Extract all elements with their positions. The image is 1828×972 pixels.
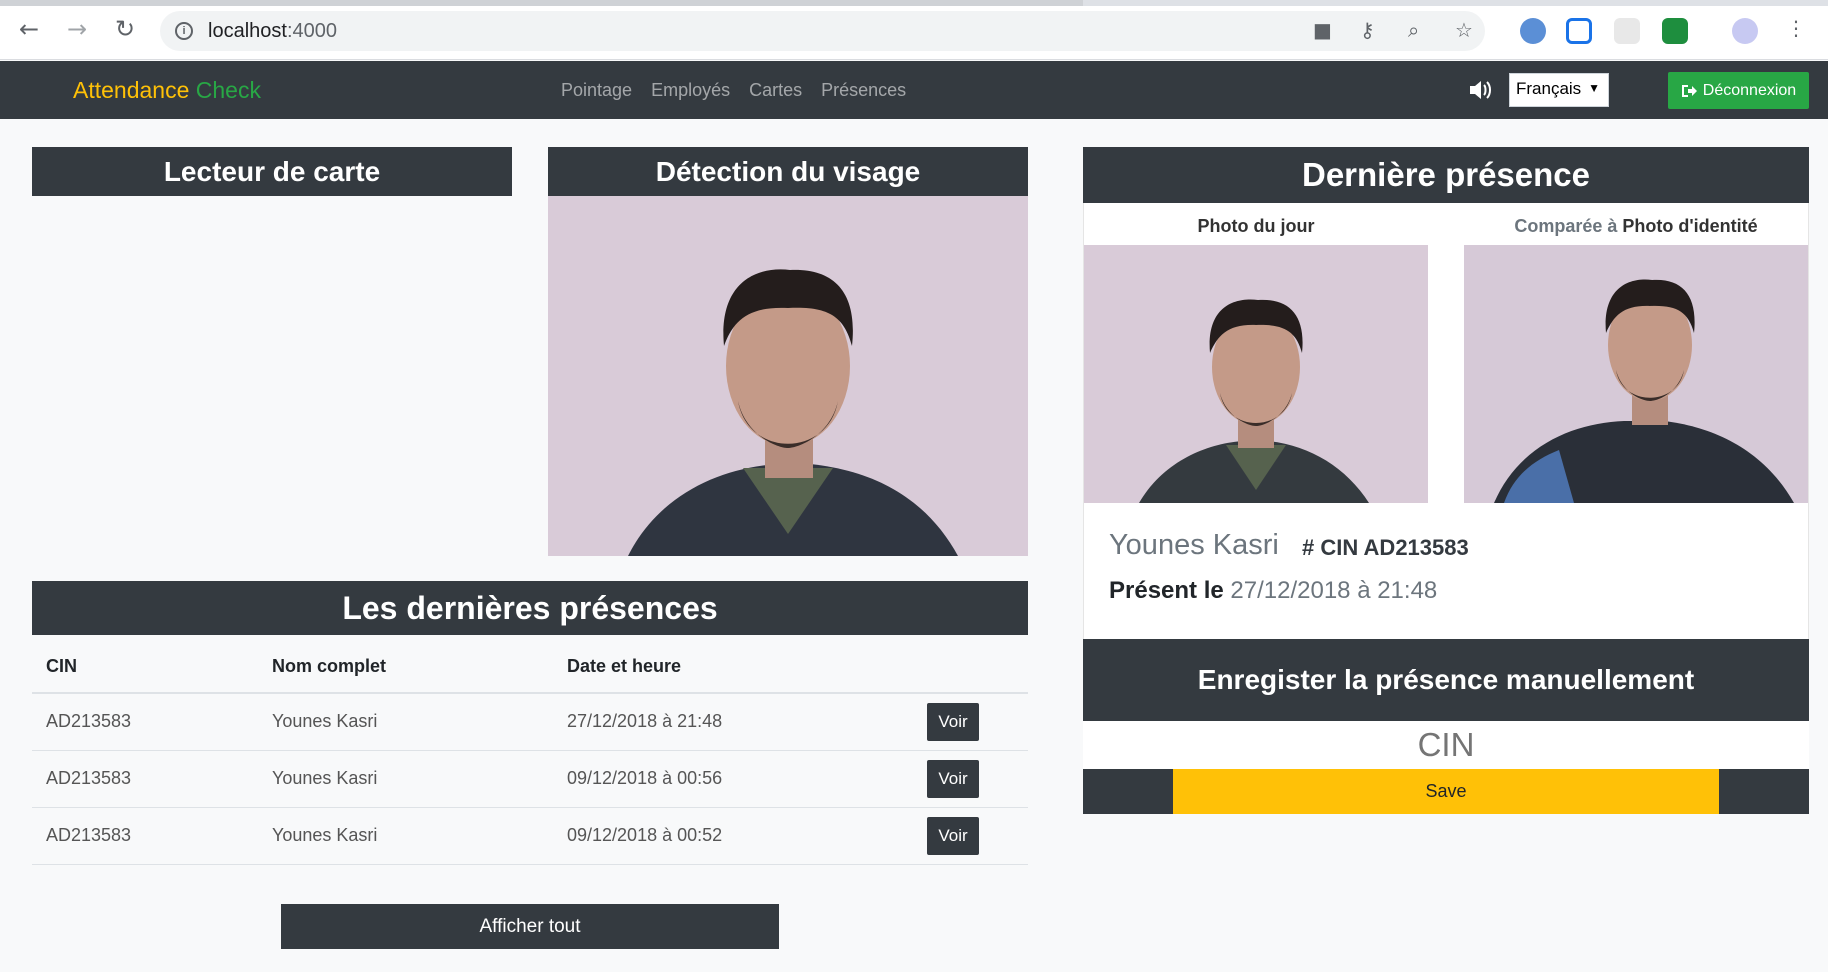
nav-link-pointage[interactable]: Pointage xyxy=(561,80,632,101)
cell-cin: AD213583 xyxy=(32,693,258,751)
photo-today-label: Photo du jour xyxy=(1197,216,1315,236)
cell-cin: AD213583 xyxy=(32,807,258,865)
forward-icon[interactable]: → xyxy=(62,14,92,44)
present-value: 27/12/2018 à 21:48 xyxy=(1230,577,1438,604)
photo-today xyxy=(1084,245,1428,503)
webcam-feed xyxy=(548,196,1028,556)
view-button[interactable]: Voir xyxy=(927,759,979,798)
table-header-row: CIN Nom complet Date et heure xyxy=(32,640,1028,694)
reload-icon[interactable]: ↻ xyxy=(110,14,140,44)
sign-out-icon xyxy=(1681,84,1697,97)
save-bar: Save xyxy=(1083,769,1809,814)
compared-prefix: Comparée à xyxy=(1514,216,1618,236)
recent-presences-table: CIN Nom complet Date et heure AD213583 Y… xyxy=(32,640,1028,865)
cell-datetime: 09/12/2018 à 00:52 xyxy=(553,807,913,865)
speaker-icon[interactable] xyxy=(1468,79,1494,101)
logout-label: Déconnexion xyxy=(1702,81,1797,99)
last-presence-title: Dernière présence xyxy=(1083,147,1809,203)
id-photo-text: Photo d'identité xyxy=(1622,216,1758,236)
nav-links: Pointage Employés Cartes Présences xyxy=(561,80,906,101)
url-host: localhost xyxy=(208,20,287,42)
browser-toolbar: ← → ↻ i localhost:4000 ■ ⚷ ⌕ ☆ ⋮ xyxy=(0,0,1828,60)
recent-presences-title: Les dernières présences xyxy=(32,581,1028,635)
nav-link-employes[interactable]: Employés xyxy=(651,80,730,101)
extension-1-icon[interactable] xyxy=(1520,18,1546,44)
chevron-down-icon: ▼ xyxy=(1588,81,1600,95)
tab-strip xyxy=(0,0,1828,6)
view-button[interactable]: Voir xyxy=(927,816,979,855)
camera-icon[interactable]: ■ xyxy=(1313,18,1332,42)
nav-link-cartes[interactable]: Cartes xyxy=(749,80,802,101)
person-cin: # CIN AD213583 xyxy=(1302,535,1469,561)
url-port: :4000 xyxy=(286,20,337,42)
person-name: Younes Kasri xyxy=(1109,529,1279,561)
profile-avatar-icon[interactable] xyxy=(1732,18,1758,44)
star-icon[interactable]: ☆ xyxy=(1455,18,1473,42)
brand-part-2: Check xyxy=(195,77,261,103)
cin-prefix: # CIN xyxy=(1302,535,1359,560)
brand-part-1: Attendance xyxy=(73,77,190,103)
extension-4-icon[interactable] xyxy=(1662,18,1688,44)
face-detection-title: Détection du visage xyxy=(548,147,1028,196)
key-icon[interactable]: ⚷ xyxy=(1360,18,1375,42)
cell-name: Younes Kasri xyxy=(258,807,553,865)
cin-input[interactable] xyxy=(1083,721,1809,769)
table-row: AD213583 Younes Kasri 09/12/2018 à 00:56… xyxy=(32,750,1028,808)
cell-cin: AD213583 xyxy=(32,750,258,808)
show-all-button[interactable]: Afficher tout xyxy=(281,904,779,949)
column-header-action xyxy=(913,640,1028,694)
language-select[interactable]: Français ▼ xyxy=(1509,73,1609,107)
active-tab[interactable] xyxy=(0,0,1083,6)
info-icon[interactable]: i xyxy=(175,22,193,40)
address-bar[interactable]: i localhost:4000 xyxy=(160,11,1485,51)
column-header-datetime[interactable]: Date et heure xyxy=(553,640,913,694)
present-label: Présent le xyxy=(1109,577,1224,604)
extension-3-icon[interactable] xyxy=(1614,18,1640,44)
id-photo-label: Comparée à Photo d'identité xyxy=(1464,216,1808,237)
table-row: AD213583 Younes Kasri 27/12/2018 à 21:48… xyxy=(32,693,1028,751)
back-icon[interactable]: ← xyxy=(14,14,44,44)
extension-2-icon[interactable] xyxy=(1566,18,1592,44)
zoom-icon[interactable]: ⌕ xyxy=(1408,18,1419,42)
language-value: Français xyxy=(1516,79,1582,98)
present-info: Présent le 27/12/2018 à 21:48 xyxy=(1109,577,1437,605)
logout-button[interactable]: Déconnexion xyxy=(1668,72,1809,109)
cell-datetime: 27/12/2018 à 21:48 xyxy=(553,693,913,751)
manual-registration-title: Enregister la présence manuellement xyxy=(1083,639,1809,721)
last-presence-card: Photo du jour Comparée à Photo d'identit… xyxy=(1083,203,1809,639)
brand-logo[interactable]: Attendance Check xyxy=(73,77,261,104)
cell-datetime: 09/12/2018 à 00:56 xyxy=(553,750,913,808)
column-header-cin[interactable]: CIN xyxy=(32,640,258,694)
url-text[interactable]: localhost:4000 xyxy=(208,20,337,43)
cin-value: AD213583 xyxy=(1363,535,1469,560)
nav-link-presences[interactable]: Présences xyxy=(821,80,906,101)
id-photo xyxy=(1464,245,1808,503)
save-button[interactable]: Save xyxy=(1173,769,1719,814)
column-header-name[interactable]: Nom complet xyxy=(258,640,553,694)
app-navbar: Attendance Check Pointage Employés Carte… xyxy=(0,61,1828,119)
menu-icon[interactable]: ⋮ xyxy=(1786,16,1806,40)
cell-name: Younes Kasri xyxy=(258,750,553,808)
cell-name: Younes Kasri xyxy=(258,693,553,751)
card-reader-title: Lecteur de carte xyxy=(32,147,512,196)
table-row: AD213583 Younes Kasri 09/12/2018 à 00:52… xyxy=(32,807,1028,865)
view-button[interactable]: Voir xyxy=(927,702,979,741)
